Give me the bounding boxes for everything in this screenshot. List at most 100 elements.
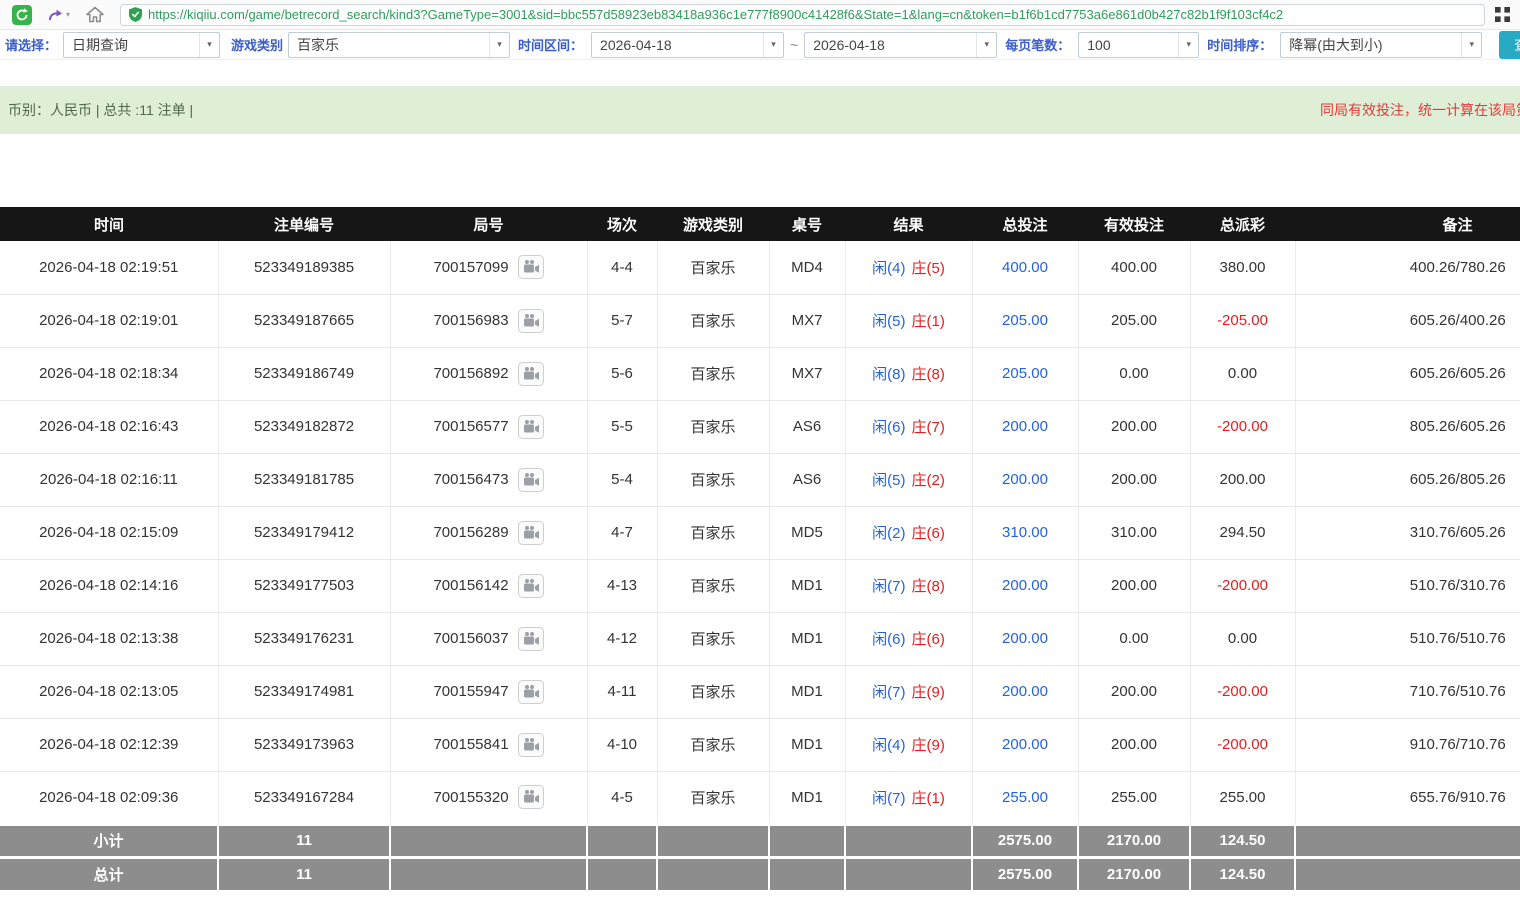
time-to-value: 2026-04-18 bbox=[805, 37, 893, 53]
table-row: 2026-04-18 02:19:51 523349189385 7001570… bbox=[0, 241, 1520, 294]
subtotal-total-bet: 2575.00 bbox=[972, 824, 1078, 857]
total-bet-cell: 255.00 bbox=[972, 771, 1078, 824]
total-label: 总计 bbox=[0, 857, 218, 890]
time-from-select[interactable]: 2026-04-18 ▾ bbox=[591, 32, 784, 58]
valid-bet-notice-text: 同局有效投注，统一计算在该局第一笔注单 bbox=[1320, 100, 1520, 120]
remark-cell: 910.76/710.76 bbox=[1295, 718, 1520, 771]
round-id: 700155841 bbox=[433, 736, 508, 753]
table-no-cell: MD1 bbox=[769, 771, 845, 824]
table-row: 2026-04-18 02:09:36 523349167284 7001553… bbox=[0, 771, 1520, 824]
table-row: 2026-04-18 02:12:39 523349173963 7001558… bbox=[0, 718, 1520, 771]
result-player: 闲(7) bbox=[872, 578, 905, 595]
range-separator: ~ bbox=[790, 37, 798, 53]
game-type-label: 游戏类别 bbox=[231, 35, 283, 54]
time-sort-select[interactable]: 降幂(由大到小) ▾ bbox=[1280, 32, 1482, 58]
replay-video-icon[interactable] bbox=[518, 362, 544, 386]
replay-video-icon[interactable] bbox=[518, 415, 544, 439]
page-size-label: 每页笔数： bbox=[1005, 35, 1070, 54]
game-type-cell: 百家乐 bbox=[657, 665, 769, 718]
valid-bet-cell: 205.00 bbox=[1078, 294, 1190, 347]
result-player: 闲(8) bbox=[872, 366, 905, 383]
search-button[interactable]: 查询 bbox=[1499, 31, 1520, 59]
payout-cell: 0.00 bbox=[1190, 347, 1295, 400]
result-player: 闲(7) bbox=[872, 790, 905, 807]
date-query-select[interactable]: 日期查询 ▾ bbox=[63, 32, 220, 58]
refresh-icon[interactable] bbox=[12, 5, 32, 25]
table-no-cell: MD5 bbox=[769, 506, 845, 559]
address-bar[interactable]: https://kiqiiu.com/game/betrecord_search… bbox=[120, 4, 1485, 26]
chevron-down-icon[interactable]: ▾ bbox=[66, 10, 70, 19]
replay-video-icon[interactable] bbox=[518, 733, 544, 757]
extensions-grid-icon[interactable] bbox=[1495, 7, 1510, 22]
undo-icon[interactable]: ▾ bbox=[46, 8, 70, 22]
chevron-down-icon: ▾ bbox=[199, 33, 219, 57]
home-icon[interactable] bbox=[86, 6, 104, 23]
remark-cell: 510.76/310.76 bbox=[1295, 559, 1520, 612]
total-bet-cell: 200.00 bbox=[972, 718, 1078, 771]
page-size-select[interactable]: 100 ▾ bbox=[1078, 32, 1199, 58]
table-no-cell: AS6 bbox=[769, 453, 845, 506]
payout-cell: -200.00 bbox=[1190, 559, 1295, 612]
table-no-cell: MD1 bbox=[769, 665, 845, 718]
round-id: 700155320 bbox=[433, 789, 508, 806]
replay-video-icon[interactable] bbox=[518, 574, 544, 598]
subtotal-label: 小计 bbox=[0, 824, 218, 857]
page-size-value: 100 bbox=[1079, 37, 1118, 53]
valid-bet-cell: 0.00 bbox=[1078, 612, 1190, 665]
bet-id-cell: 523349174981 bbox=[218, 665, 390, 718]
total-count: 11 bbox=[218, 857, 390, 890]
replay-video-icon[interactable] bbox=[518, 255, 544, 279]
session-cell: 4-4 bbox=[587, 241, 657, 294]
valid-bet-cell: 400.00 bbox=[1078, 241, 1190, 294]
round-id: 700156983 bbox=[433, 312, 508, 329]
session-cell: 5-5 bbox=[587, 400, 657, 453]
result-banker: 庄(8) bbox=[912, 578, 945, 595]
game-type-cell: 百家乐 bbox=[657, 718, 769, 771]
game-type-select[interactable]: 百家乐 ▾ bbox=[288, 32, 510, 58]
payout-cell: -205.00 bbox=[1190, 294, 1295, 347]
replay-video-icon[interactable] bbox=[518, 627, 544, 651]
replay-video-icon[interactable] bbox=[518, 680, 544, 704]
bet-id-cell: 523349173963 bbox=[218, 718, 390, 771]
round-id: 700156473 bbox=[433, 471, 508, 488]
round-cell: 700156473 bbox=[390, 453, 587, 506]
session-cell: 4-10 bbox=[587, 718, 657, 771]
chevron-down-icon: ▾ bbox=[489, 33, 509, 57]
col-header-game-type: 游戏类别 bbox=[657, 207, 769, 241]
result-cell: 闲(4)庄(5) bbox=[845, 241, 972, 294]
result-cell: 闲(4)庄(9) bbox=[845, 718, 972, 771]
payout-cell: 200.00 bbox=[1190, 453, 1295, 506]
valid-bet-cell: 310.00 bbox=[1078, 506, 1190, 559]
round-cell: 700156892 bbox=[390, 347, 587, 400]
bet-id-cell: 523349189385 bbox=[218, 241, 390, 294]
payout-cell: -200.00 bbox=[1190, 665, 1295, 718]
valid-bet-cell: 200.00 bbox=[1078, 559, 1190, 612]
valid-bet-cell: 200.00 bbox=[1078, 400, 1190, 453]
total-total-bet: 2575.00 bbox=[972, 857, 1078, 890]
result-player: 闲(6) bbox=[872, 419, 905, 436]
payout-cell: -200.00 bbox=[1190, 718, 1295, 771]
col-header-total-bet: 总投注 bbox=[972, 207, 1078, 241]
session-cell: 4-11 bbox=[587, 665, 657, 718]
table-row: 2026-04-18 02:16:43 523349182872 7001565… bbox=[0, 400, 1520, 453]
date-query-value: 日期查询 bbox=[64, 35, 136, 55]
round-cell: 700156142 bbox=[390, 559, 587, 612]
time-to-select[interactable]: 2026-04-18 ▾ bbox=[804, 32, 997, 58]
result-cell: 闲(5)庄(1) bbox=[845, 294, 972, 347]
round-cell: 700156037 bbox=[390, 612, 587, 665]
result-cell: 闲(7)庄(9) bbox=[845, 665, 972, 718]
replay-video-icon[interactable] bbox=[518, 309, 544, 333]
valid-bet-cell: 200.00 bbox=[1078, 718, 1190, 771]
game-type-cell: 百家乐 bbox=[657, 771, 769, 824]
replay-video-icon[interactable] bbox=[518, 785, 544, 809]
remark-cell: 805.26/605.26 bbox=[1295, 400, 1520, 453]
col-header-table-no: 桌号 bbox=[769, 207, 845, 241]
bet-id-cell: 523349179412 bbox=[218, 506, 390, 559]
time-cell: 2026-04-18 02:14:16 bbox=[0, 559, 218, 612]
result-player: 闲(7) bbox=[872, 684, 905, 701]
table-row: 2026-04-18 02:13:38 523349176231 7001560… bbox=[0, 612, 1520, 665]
replay-video-icon[interactable] bbox=[518, 521, 544, 545]
session-cell: 5-7 bbox=[587, 294, 657, 347]
result-banker: 庄(9) bbox=[912, 737, 945, 754]
replay-video-icon[interactable] bbox=[518, 468, 544, 492]
